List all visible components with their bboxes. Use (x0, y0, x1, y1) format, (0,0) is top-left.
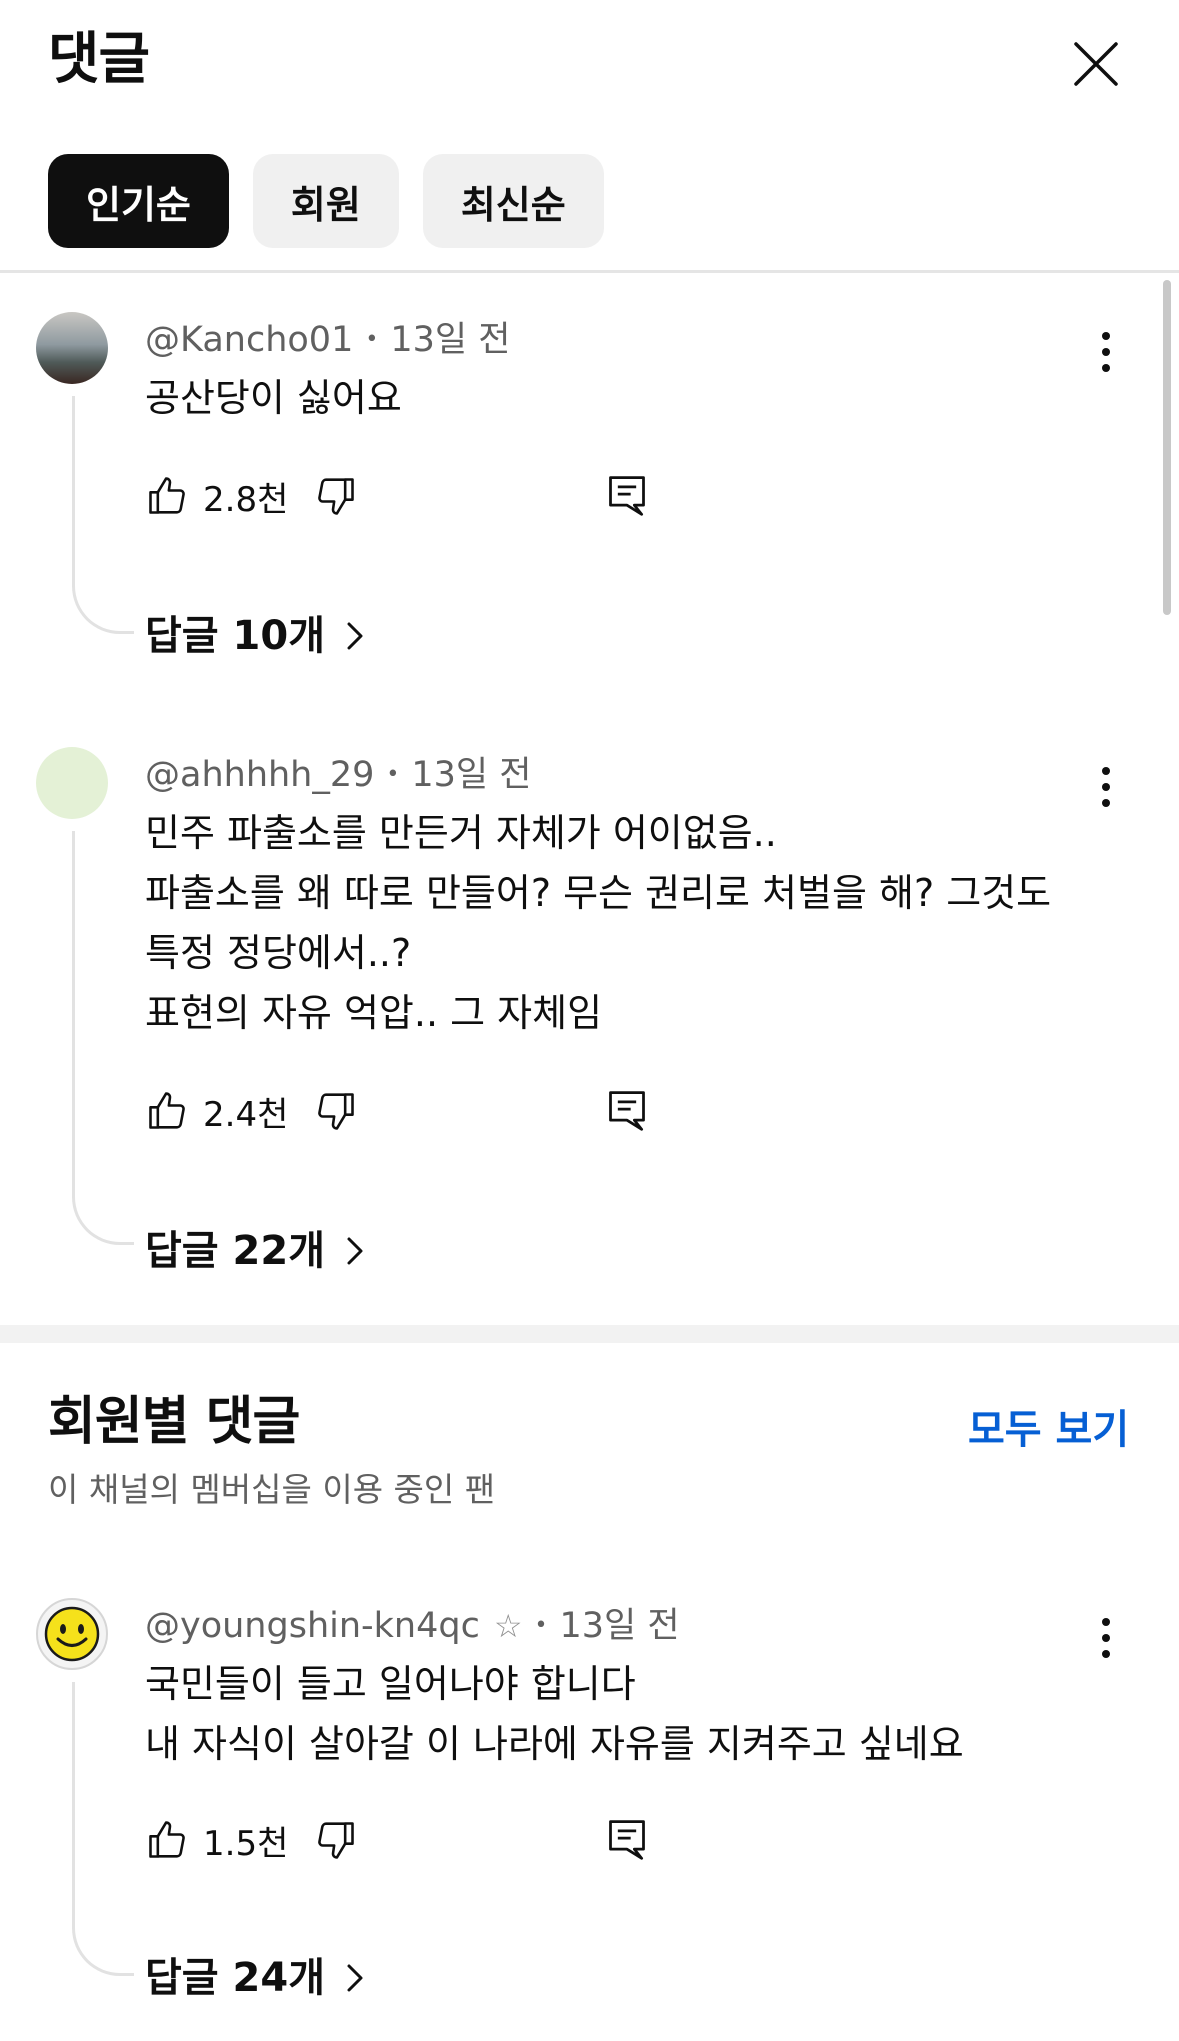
comment-reply-icon (609, 1091, 645, 1131)
separator-dot: • (534, 1613, 548, 1638)
thumbs-down-icon (318, 478, 355, 515)
chevron-right-icon (347, 1964, 363, 1992)
separator-dot: • (365, 327, 379, 352)
see-all-link[interactable]: 모두 보기 (968, 1402, 1129, 1458)
author-name[interactable]: @ahhhhh_29 (145, 753, 374, 797)
chip-popular[interactable]: 인기순 (48, 154, 229, 248)
view-replies-button[interactable]: 답글 22개 (145, 1223, 365, 1279)
comment-time: 13일 전 (411, 755, 532, 795)
reply-button[interactable] (605, 1087, 649, 1139)
comment-actions: 2.8천 (145, 468, 645, 524)
dislike-button[interactable] (314, 474, 358, 518)
replies-label: 답글 22개 (145, 1228, 325, 1274)
thread-line (72, 1682, 134, 1976)
header-divider (0, 270, 1179, 273)
comment-time: 13일 전 (390, 320, 511, 360)
member-section-title: 회원별 댓글 (48, 1392, 300, 1452)
smiley-icon (44, 1606, 100, 1662)
thumbs-down-icon (318, 1822, 355, 1859)
more-options-button[interactable] (1085, 322, 1127, 382)
thumbs-down-icon (318, 1093, 355, 1130)
dislike-button[interactable] (314, 1818, 358, 1862)
comment-reply-icon (609, 1820, 645, 1860)
thread-line (72, 831, 134, 1245)
reply-button[interactable] (605, 1816, 649, 1868)
comment-line: 국민들이 들고 일어나야 합니다 (145, 1662, 636, 1706)
chip-members[interactable]: 회원 (252, 154, 399, 248)
thread-line (72, 396, 134, 634)
comment-actions: 1.5천 (145, 1812, 645, 1868)
comment-text: 공산당이 싫어요 (145, 368, 402, 428)
panel-header: 댓글 (0, 0, 1179, 120)
comment-item: @Kancho01 • 13일 전 공산당이 싫어요 2.8천 답글 10개 (0, 312, 1179, 672)
like-count: 2.8천 (203, 479, 289, 520)
comment-line: 표현의 자유 억압.. 그 자체임 (145, 991, 603, 1035)
comment-text: 민주 파출소를 만든거 자체가 어이없음.. 파출소를 왜 따로 만들어? 무슨… (145, 803, 1051, 1043)
comment-time: 13일 전 (559, 1606, 680, 1646)
like-button[interactable]: 1.5천 (145, 1816, 314, 1865)
avatar[interactable] (36, 1598, 108, 1670)
replies-label: 답글 10개 (145, 613, 325, 659)
reply-button[interactable] (605, 472, 649, 524)
avatar[interactable] (36, 312, 108, 384)
author-name[interactable]: @Kancho01 (145, 318, 353, 362)
more-options-button[interactable] (1085, 757, 1127, 817)
author-name[interactable]: @youngshin-kn4qc (145, 1604, 480, 1648)
replies-label: 답글 24개 (145, 1955, 325, 2001)
comment-meta: @Kancho01 • 13일 전 (145, 318, 510, 362)
comment-actions: 2.4천 (145, 1083, 645, 1139)
section-separator (0, 1325, 1179, 1343)
member-badge-icon: ☆ (493, 1607, 523, 1645)
thumbs-up-icon (149, 1821, 185, 1858)
comment-reply-icon (609, 476, 645, 516)
thumbs-up-icon (149, 477, 185, 514)
comment-line: 민주 파출소를 만든거 자체가 어이없음.. (145, 811, 777, 855)
separator-dot: • (386, 762, 400, 787)
more-options-button[interactable] (1085, 1608, 1127, 1668)
like-count: 1.5천 (203, 1823, 289, 1864)
view-replies-button[interactable]: 답글 10개 (145, 608, 365, 664)
comment-line: 내 자식이 살아갈 이 나라에 자유를 지켜주고 싶네요 (145, 1722, 964, 1766)
thumbs-up-icon (149, 1092, 185, 1129)
dislike-button[interactable] (314, 1089, 358, 1133)
avatar[interactable] (36, 747, 108, 819)
like-button[interactable]: 2.8천 (145, 472, 314, 521)
close-button[interactable] (1060, 28, 1132, 100)
sort-chips: 인기순 회원 최신순 (48, 154, 604, 248)
comment-text: 국민들이 들고 일어나야 합니다 내 자식이 살아갈 이 나라에 자유를 지켜주… (145, 1654, 964, 1774)
comment-meta: @youngshin-kn4qc ☆ • 13일 전 (145, 1604, 680, 1648)
panel-title: 댓글 (48, 27, 150, 92)
comment-line: 파출소를 왜 따로 만들어? 무슨 권리로 처벌을 해? 그것도 (145, 871, 1052, 915)
comment-item: @ahhhhh_29 • 13일 전 민주 파출소를 만든거 자체가 어이없음.… (0, 747, 1179, 1287)
like-count: 2.4천 (203, 1094, 289, 1135)
comment-line: 공산당이 싫어요 (145, 376, 402, 420)
chevron-right-icon (347, 622, 363, 650)
chevron-right-icon (347, 1237, 363, 1265)
chip-newest[interactable]: 최신순 (422, 154, 604, 248)
member-section-subtitle: 이 채널의 멤버십을 이용 중인 팬 (48, 1470, 496, 1509)
comment-item: @youngshin-kn4qc ☆ • 13일 전 국민들이 들고 일어나야 … (0, 1598, 1179, 2018)
close-icon (1074, 42, 1118, 86)
comment-line: 특정 정당에서..? (145, 931, 412, 975)
comment-meta: @ahhhhh_29 • 13일 전 (145, 753, 531, 797)
view-replies-button[interactable]: 답글 24개 (145, 1950, 365, 2006)
like-button[interactable]: 2.4천 (145, 1087, 314, 1136)
